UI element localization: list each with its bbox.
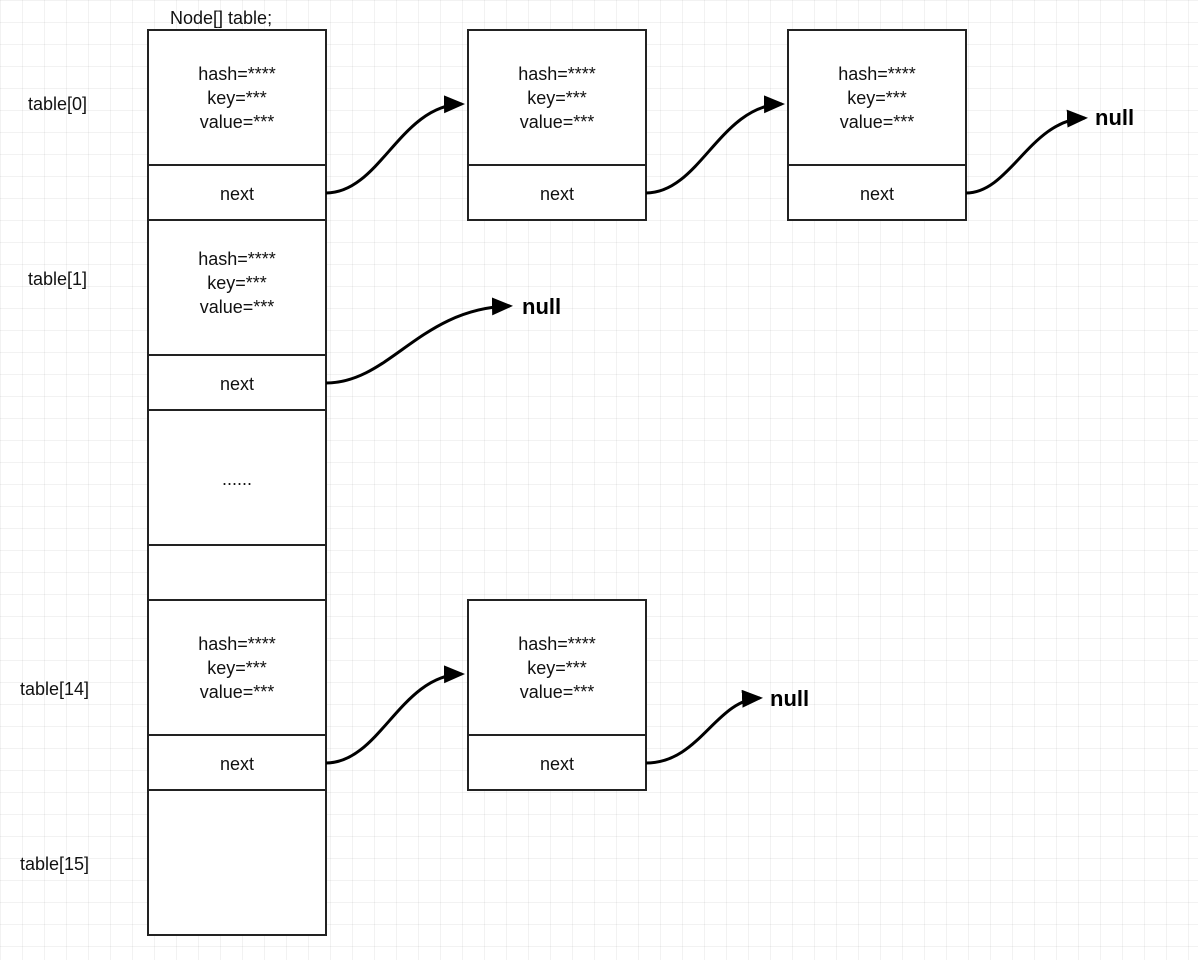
arrow-t14-to-a — [326, 674, 462, 763]
r0a-hash: hash=**** — [518, 64, 596, 84]
label-table-14: table[14] — [20, 679, 89, 699]
null-row1: null — [522, 294, 561, 319]
table0-key: key=*** — [207, 88, 267, 108]
label-table-1: table[1] — [28, 269, 87, 289]
table0-hash: hash=**** — [198, 64, 276, 84]
diagram-title: Node[] table; — [170, 8, 272, 28]
arrow-a-to-b — [646, 104, 782, 193]
r14a-next: next — [540, 754, 574, 774]
r0a-value: value=*** — [520, 112, 595, 132]
table15-body — [148, 790, 326, 935]
r0a-key: key=*** — [527, 88, 587, 108]
ellipsis-text: ...... — [222, 469, 252, 489]
r0b-value: value=*** — [840, 112, 915, 132]
r14a-key: key=*** — [527, 658, 587, 678]
null-row0: null — [1095, 105, 1134, 130]
table0-next: next — [220, 184, 254, 204]
r0b-next: next — [860, 184, 894, 204]
null-row14: null — [770, 686, 809, 711]
r0b-hash: hash=**** — [838, 64, 916, 84]
label-table-15: table[15] — [20, 854, 89, 874]
ellipsis-next-cell — [148, 545, 326, 600]
table14-value: value=*** — [200, 682, 275, 702]
table1-value: value=*** — [200, 297, 275, 317]
table14-hash: hash=**** — [198, 634, 276, 654]
table14-next: next — [220, 754, 254, 774]
arrow-t1-to-null — [326, 306, 510, 383]
table0-value: value=*** — [200, 112, 275, 132]
r14a-value: value=*** — [520, 682, 595, 702]
arrow-r14a-to-null — [646, 698, 760, 763]
r14a-hash: hash=**** — [518, 634, 596, 654]
table1-hash: hash=**** — [198, 249, 276, 269]
arrow-t0-to-a — [326, 104, 462, 193]
r0a-next: next — [540, 184, 574, 204]
table1-next: next — [220, 374, 254, 394]
r0b-key: key=*** — [847, 88, 907, 108]
arrow-b-to-null — [966, 118, 1085, 193]
table1-key: key=*** — [207, 273, 267, 293]
label-table-0: table[0] — [28, 94, 87, 114]
table14-key: key=*** — [207, 658, 267, 678]
